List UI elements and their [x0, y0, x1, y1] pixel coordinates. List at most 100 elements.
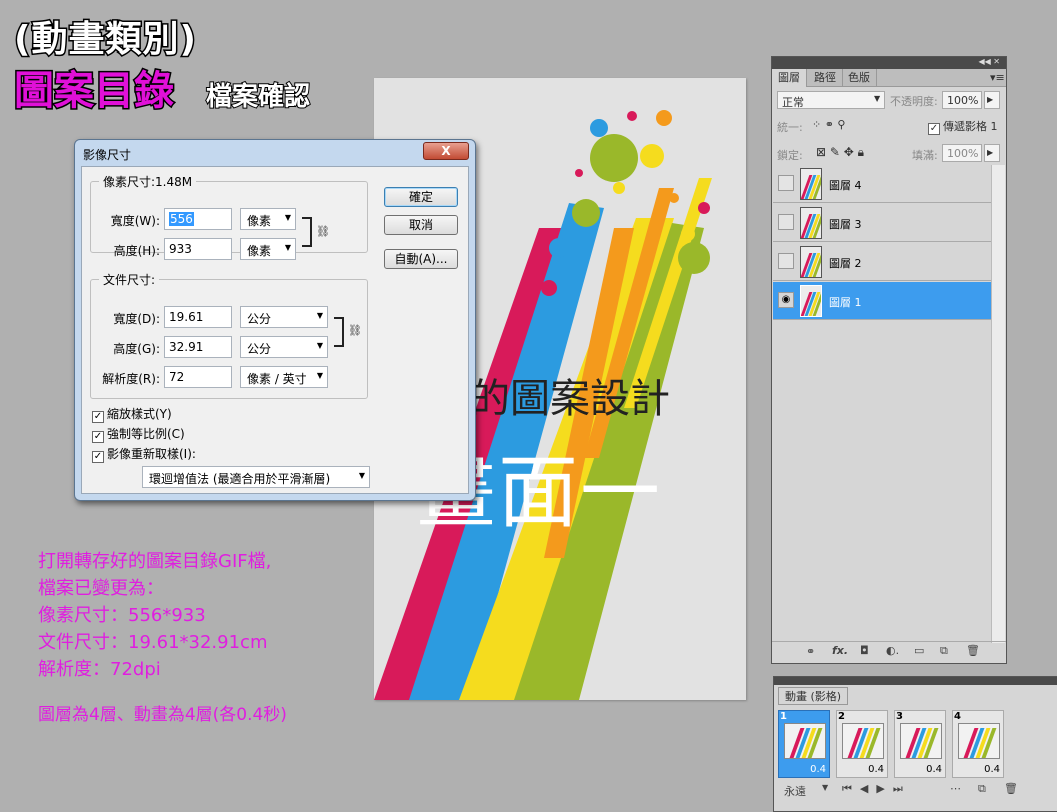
- heading-title: 圖案目錄: [13, 67, 176, 116]
- frame-delay[interactable]: 0.4: [926, 764, 942, 775]
- doc-width-unit-select[interactable]: 公分: [240, 306, 328, 328]
- mask-icon[interactable]: ◘: [860, 644, 869, 657]
- dialog-body: 像素尺寸:1.48M 寬度(W): 556 像素 高度(H): 933 像素 ⛓…: [81, 166, 469, 494]
- width-input[interactable]: 556: [164, 208, 232, 230]
- blend-row: 正常 ▼ 不透明度: 100% ▶: [772, 89, 1006, 113]
- doc-width-input[interactable]: 19.61: [164, 306, 232, 328]
- heading-category: (動畫類別): [13, 18, 198, 62]
- opacity-arrow-icon[interactable]: ▶: [984, 91, 1000, 109]
- animation-panel: 動畫 (影格) 1 0.4 2 0.4 3 0.4 4 0.4 永遠 ▼ ⏮◀▶…: [773, 676, 1057, 812]
- frame-delay[interactable]: 0.4: [868, 764, 884, 775]
- visibility-toggle[interactable]: [778, 175, 794, 191]
- layer-name: 圖層 1: [829, 296, 862, 309]
- resolution-unit-select[interactable]: 像素 / 英寸: [240, 366, 328, 388]
- frame-number: 2: [838, 711, 845, 722]
- frame-number: 1: [780, 711, 787, 722]
- doc-height-input[interactable]: 32.91: [164, 336, 232, 358]
- constrain-proportions-checkbox[interactable]: ✓ 強制等比例(C): [92, 425, 185, 443]
- layer-row-selected[interactable]: ◉ 圖層 1: [773, 282, 991, 320]
- folder-icon[interactable]: ▭: [914, 644, 924, 657]
- visibility-toggle[interactable]: [778, 214, 794, 230]
- auto-button[interactable]: 自動(A)...: [384, 249, 458, 269]
- height-unit-select[interactable]: 像素: [240, 238, 296, 260]
- unify-row: 統一: ⁘ ⚭ ⚲ ✓ 傳遞影格 1: [772, 115, 1006, 137]
- frame-thumbnail: [784, 723, 826, 759]
- height-input[interactable]: 933: [164, 238, 232, 260]
- loop-select[interactable]: 永遠: [784, 783, 806, 799]
- animation-frame[interactable]: 2 0.4: [836, 710, 888, 778]
- tab-layers[interactable]: 圖層: [772, 69, 807, 87]
- chain-link-icon: ⛓: [348, 324, 362, 337]
- close-button[interactable]: X: [423, 142, 469, 160]
- checkmark-icon: ✓: [92, 411, 104, 423]
- fx-icon[interactable]: fx.: [832, 644, 848, 657]
- heading-subtitle: 檔案確認: [205, 81, 311, 113]
- scale-styles-label: 縮放樣式(Y): [107, 407, 172, 421]
- fill-input[interactable]: 100%: [942, 144, 982, 162]
- duplicate-frame-icon[interactable]: ⧉: [978, 782, 986, 796]
- frame-thumbnail: [958, 723, 1000, 759]
- width-label: 寬度(W):: [110, 214, 160, 228]
- width-unit-select[interactable]: 像素: [240, 208, 296, 230]
- eye-icon[interactable]: ◉: [778, 292, 794, 308]
- notes: 打開轉存好的圖案目錄GIF檔, 檔案已變更為： 像素尺寸：556*933 文件尺…: [38, 548, 287, 729]
- resolution-label: 解析度(R):: [102, 372, 160, 386]
- chevron-down-icon: ▼: [874, 94, 881, 103]
- unify-icons[interactable]: ⁘ ⚭ ⚲: [812, 118, 845, 131]
- visibility-toggle[interactable]: [778, 253, 794, 269]
- fill-label: 填滿:: [912, 149, 938, 162]
- note-line: 文件尺寸：19.61*32.91cm: [38, 632, 268, 653]
- height-label: 高度(H):: [113, 244, 160, 258]
- opacity-input[interactable]: 100%: [942, 91, 982, 109]
- playback-buttons[interactable]: ⏮◀▶⏭: [842, 782, 911, 796]
- resample-checkbox[interactable]: ✓ 影像重新取樣(I):: [92, 445, 196, 463]
- panel-menu-icon[interactable]: ▾≡: [984, 69, 1011, 87]
- ok-button[interactable]: 確定: [384, 187, 458, 207]
- resample-method-select[interactable]: 環迴增值法 (最適合用於平滑漸層): [142, 466, 370, 488]
- unify-label: 統一:: [777, 121, 803, 134]
- layer-thumbnail: [800, 207, 822, 239]
- doc-height-unit-select[interactable]: 公分: [240, 336, 328, 358]
- image-size-dialog: 影像尺寸 X 像素尺寸:1.48M 寬度(W): 556 像素 高度(H): 9…: [74, 139, 476, 501]
- adjustment-icon[interactable]: ◐.: [886, 644, 899, 657]
- trash-icon[interactable]: 🗑︎: [966, 644, 980, 657]
- layers-scrollbar[interactable]: [991, 165, 1005, 643]
- scale-styles-checkbox[interactable]: ✓ 縮放樣式(Y): [92, 405, 172, 423]
- link-icon[interactable]: ⚭: [806, 645, 815, 658]
- layer-thumbnail: [800, 285, 822, 317]
- note-line: 解析度：72dpi: [38, 659, 161, 680]
- animation-frame[interactable]: 4 0.4: [952, 710, 1004, 778]
- tween-icon[interactable]: ⋯: [950, 782, 961, 795]
- new-layer-icon[interactable]: ⧉: [940, 644, 948, 658]
- layers-footer: ⚭ fx. ◘ ◐. ▭ ⧉ 🗑︎: [772, 641, 1006, 663]
- layer-thumbnail: [800, 168, 822, 200]
- tab-paths[interactable]: 路徑: [808, 69, 843, 87]
- layer-thumbnail: [800, 246, 822, 278]
- frame-delay[interactable]: 0.4: [810, 764, 826, 775]
- layer-row[interactable]: 圖層 2: [773, 243, 991, 281]
- panel-header-bar: [774, 677, 1057, 685]
- layer-row[interactable]: 圖層 3: [773, 204, 991, 242]
- tab-channels[interactable]: 色版: [842, 69, 877, 87]
- checkmark-icon: ✓: [92, 451, 104, 463]
- trash-icon[interactable]: 🗑︎: [1004, 782, 1018, 795]
- lock-icons[interactable]: ⊠ ✎ ✥ 🔒︎: [816, 145, 864, 160]
- blend-mode-select[interactable]: 正常: [777, 91, 885, 109]
- resample-label: 影像重新取樣(I):: [107, 447, 196, 461]
- constrain-label: 強制等比例(C): [107, 427, 185, 441]
- animation-frame[interactable]: 3 0.4: [894, 710, 946, 778]
- opacity-label: 不透明度:: [890, 95, 938, 108]
- layers-panel: ◀◀ ✕ 圖層 路徑 色版 ▾≡ 正常 ▼ 不透明度: 100% ▶ 統一: ⁘…: [771, 56, 1007, 664]
- layer-row[interactable]: 圖層 4: [773, 165, 991, 203]
- cancel-button[interactable]: 取消: [384, 215, 458, 235]
- frame-delay[interactable]: 0.4: [984, 764, 1000, 775]
- propagate-checkbox[interactable]: ✓ 傳遞影格 1: [928, 118, 998, 135]
- tab-animation[interactable]: 動畫 (影格): [778, 687, 849, 705]
- note-line: 圖層為4層、動畫為4層(各0.4秒): [38, 705, 287, 725]
- lock-row: 鎖定: ⊠ ✎ ✥ 🔒︎ 填滿: 100% ▶: [772, 141, 1006, 165]
- note-line: 像素尺寸：556*933: [38, 605, 206, 626]
- resolution-input[interactable]: 72: [164, 366, 232, 388]
- panel-collapse-icon[interactable]: ◀◀ ✕: [772, 57, 1006, 69]
- animation-frame[interactable]: 1 0.4: [778, 710, 830, 778]
- fill-arrow-icon[interactable]: ▶: [984, 144, 1000, 162]
